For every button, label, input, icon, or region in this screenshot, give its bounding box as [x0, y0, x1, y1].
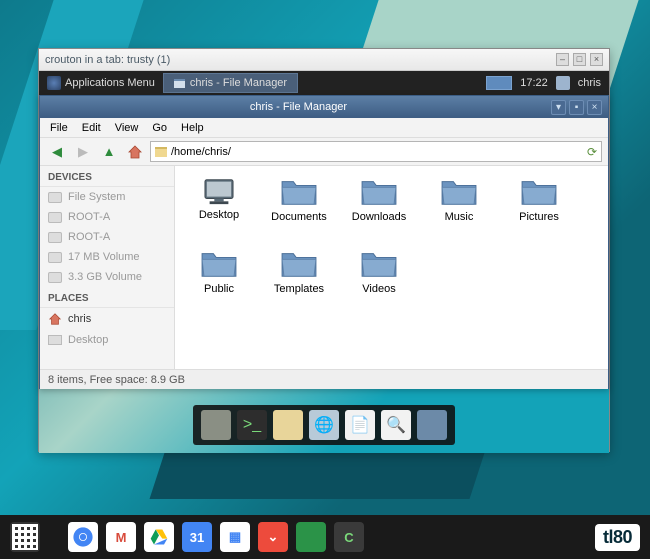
- drive-icon: [149, 527, 169, 547]
- menu-file[interactable]: File: [44, 120, 74, 136]
- menu-edit[interactable]: Edit: [76, 120, 107, 136]
- dock-terminal[interactable]: >_: [237, 410, 267, 440]
- home-button[interactable]: [124, 141, 146, 163]
- folder-icon: [174, 79, 185, 88]
- shelf-crouton[interactable]: C: [334, 522, 364, 552]
- folder-videos[interactable]: Videos: [341, 248, 417, 316]
- panel-clock[interactable]: 17:22: [520, 77, 548, 89]
- sidebar-home-chris[interactable]: chris: [40, 308, 174, 330]
- watermark: tl80: [595, 524, 640, 551]
- applications-menu-button[interactable]: Applications Menu: [39, 71, 163, 95]
- applications-menu-label: Applications Menu: [65, 77, 155, 89]
- home-icon: [48, 312, 62, 326]
- folder-templates[interactable]: Templates: [261, 248, 337, 316]
- sidebar-3-3gb-volume[interactable]: 3.3 GB Volume: [40, 267, 174, 287]
- fm-status-text: 8 items, Free space: 8.9 GB: [48, 374, 185, 386]
- fm-sidebar: DEVICES File System ROOT-A ROOT-A 17 MB …: [40, 166, 175, 369]
- back-button[interactable]: ◀: [46, 141, 68, 163]
- dock-folder[interactable]: [417, 410, 447, 440]
- shelf-chrome[interactable]: [68, 522, 98, 552]
- outer-close-button[interactable]: ×: [590, 53, 603, 66]
- dock-appfinder[interactable]: 🔍: [381, 410, 411, 440]
- menu-help[interactable]: Help: [175, 120, 210, 136]
- folder-icon: [280, 176, 318, 208]
- shelf-app1[interactable]: [296, 522, 326, 552]
- fm-close-button[interactable]: ×: [587, 100, 602, 115]
- sidebar-desktop[interactable]: Desktop: [40, 330, 174, 350]
- shelf-launcher[interactable]: [10, 522, 40, 552]
- user-avatar-icon: [556, 76, 570, 90]
- shelf-drive[interactable]: [144, 522, 174, 552]
- panel-user-label[interactable]: chris: [578, 77, 601, 89]
- folder-icon: [360, 176, 398, 208]
- folder-icon: [280, 248, 318, 280]
- folder-icon: [360, 248, 398, 280]
- xfce-logo-icon: [47, 76, 61, 90]
- fm-icon-pane[interactable]: Desktop Documents Downloads Music Pictur…: [175, 166, 608, 369]
- home-icon: [127, 144, 143, 160]
- folder-icon: [520, 176, 558, 208]
- menu-go[interactable]: Go: [146, 120, 173, 136]
- chromeos-shelf: M 31 ▦ ⌄ C: [0, 515, 650, 559]
- drive-icon: [48, 232, 62, 243]
- folder-icon: [440, 176, 478, 208]
- fm-toolbar: ◀ ▶ ▲ ⟳: [40, 138, 608, 166]
- desktop-icon: [48, 335, 62, 345]
- sidebar-root-a-1[interactable]: ROOT-A: [40, 207, 174, 227]
- folder-pictures[interactable]: Pictures: [501, 176, 577, 244]
- dock-browser[interactable]: 🌐: [309, 410, 339, 440]
- address-bar[interactable]: ⟳: [150, 141, 602, 162]
- dock-show-desktop[interactable]: [201, 410, 231, 440]
- outer-window-title: crouton in a tab: trusty (1): [45, 54, 170, 66]
- folder-music[interactable]: Music: [421, 176, 497, 244]
- dock-editor[interactable]: 📄: [345, 410, 375, 440]
- folder-downloads[interactable]: Downloads: [341, 176, 417, 244]
- xfce-top-panel: Applications Menu chris - File Manager 1…: [39, 71, 609, 95]
- sidebar-root-a-2[interactable]: ROOT-A: [40, 227, 174, 247]
- file-manager-window: chris - File Manager ▾ ▪ × File Edit Vie…: [39, 95, 609, 389]
- drive-icon: [48, 192, 62, 203]
- refresh-icon[interactable]: ⟳: [587, 145, 597, 159]
- shelf-gmail[interactable]: M: [106, 522, 136, 552]
- parent-button[interactable]: ▲: [98, 141, 120, 163]
- taskbar-task-label: chris - File Manager: [190, 77, 287, 89]
- outer-maximize-button[interactable]: □: [573, 53, 586, 66]
- path-folder-icon: [155, 147, 167, 157]
- fm-maximize-button[interactable]: ▪: [569, 100, 584, 115]
- sidebar-file-system[interactable]: File System: [40, 187, 174, 207]
- taskbar-filemanager-button[interactable]: chris - File Manager: [163, 73, 298, 93]
- folder-public[interactable]: Public: [181, 248, 257, 316]
- drive-icon: [48, 212, 62, 223]
- places-header: PLACES: [40, 287, 174, 308]
- fm-title: chris - File Manager: [46, 101, 551, 113]
- apps-grid-icon: [12, 524, 38, 550]
- workspace-switcher[interactable]: [486, 76, 512, 90]
- outer-minimize-button[interactable]: –: [556, 53, 569, 66]
- sidebar-17mb-volume[interactable]: 17 MB Volume: [40, 247, 174, 267]
- folder-icon: [200, 248, 238, 280]
- path-input[interactable]: [171, 146, 583, 158]
- fm-menubar: File Edit View Go Help: [40, 118, 608, 138]
- fm-titlebar[interactable]: chris - File Manager ▾ ▪ ×: [40, 96, 608, 118]
- shelf-calendar[interactable]: 31: [182, 522, 212, 552]
- fm-minimize-button[interactable]: ▾: [551, 100, 566, 115]
- menu-view[interactable]: View: [109, 120, 145, 136]
- folder-documents[interactable]: Documents: [261, 176, 337, 244]
- folder-desktop[interactable]: Desktop: [181, 176, 257, 244]
- forward-button: ▶: [72, 141, 94, 163]
- desktop-folder-icon: [200, 176, 238, 206]
- drive-icon: [48, 272, 62, 283]
- dock-filemanager[interactable]: [273, 410, 303, 440]
- shelf-pocket[interactable]: ⌄: [258, 522, 288, 552]
- drive-icon: [48, 252, 62, 263]
- devices-header: DEVICES: [40, 166, 174, 187]
- shelf-docs[interactable]: ▦: [220, 522, 250, 552]
- crouton-tab-window: crouton in a tab: trusty (1) – □ × Appli…: [38, 48, 610, 452]
- outer-titlebar[interactable]: crouton in a tab: trusty (1) – □ ×: [39, 49, 609, 71]
- xfce-dock: >_ 🌐 📄 🔍: [193, 405, 455, 445]
- fm-statusbar: 8 items, Free space: 8.9 GB: [40, 369, 608, 389]
- chrome-icon: [71, 525, 95, 549]
